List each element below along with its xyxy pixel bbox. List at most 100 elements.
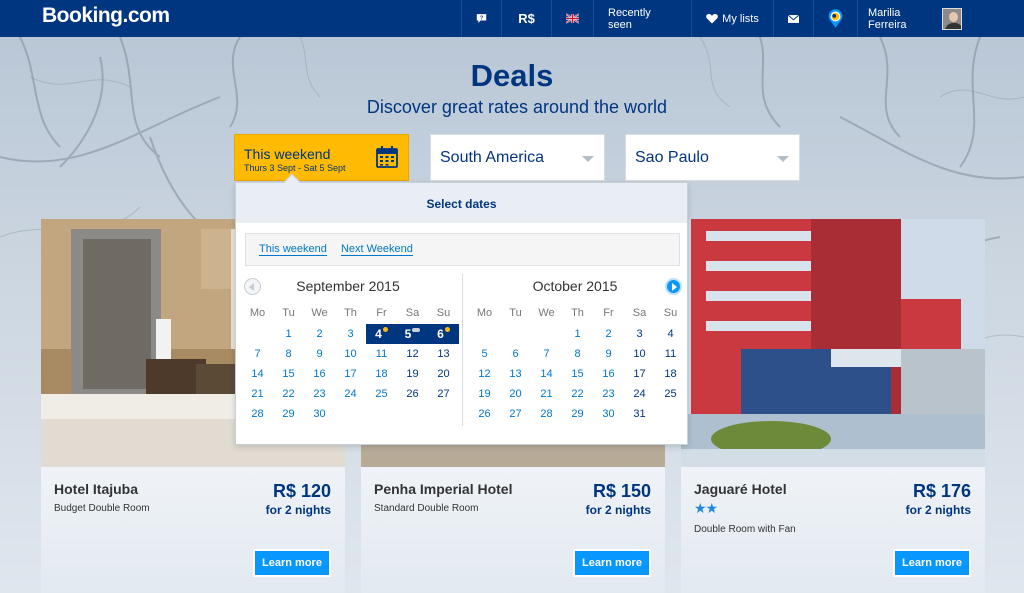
calendar-day[interactable]: 13 (428, 344, 459, 364)
calendar-day[interactable]: 18 (655, 364, 686, 384)
language-selector[interactable] (551, 0, 593, 37)
calendar-day[interactable]: 15 (562, 364, 593, 384)
calendar-day[interactable]: 19 (397, 364, 428, 384)
calendar-day[interactable]: 2 (593, 324, 624, 344)
calendar-day[interactable]: 28 (242, 404, 273, 424)
calendar-day[interactable]: 16 (593, 364, 624, 384)
city-dropdown[interactable]: Sao Paulo (625, 134, 800, 181)
calendar-day[interactable]: 7 (531, 344, 562, 364)
booking-logo[interactable]: Booking.com (42, 4, 170, 28)
calendar-day[interactable]: 20 (428, 364, 459, 384)
learn-more-button[interactable]: Learn more (573, 549, 651, 577)
calendar-day[interactable]: 27 (500, 404, 531, 424)
calendar-day[interactable]: 6 (500, 344, 531, 364)
user-account-menu[interactable]: Marilia Ferreira (857, 0, 976, 37)
calendar-day[interactable]: 23 (304, 384, 335, 404)
calendar-day[interactable]: 16 (304, 364, 335, 384)
hotel-name: Hotel Itajuba (54, 481, 139, 497)
calendar-day[interactable]: 1 (562, 324, 593, 344)
calendar-day[interactable]: 3 (335, 324, 366, 344)
empty-day-cell (242, 324, 273, 344)
calendar-day[interactable]: 10 (624, 344, 655, 364)
calendar-day[interactable]: 22 (273, 384, 304, 404)
calendar-day[interactable]: 4 (655, 324, 686, 344)
learn-more-button[interactable]: Learn more (253, 549, 331, 577)
calendar-day[interactable]: 11 (366, 344, 397, 364)
calendar-day[interactable]: 8 (562, 344, 593, 364)
calendar-day[interactable]: 13 (500, 364, 531, 384)
calendar-day[interactable]: 2 (304, 324, 335, 344)
learn-more-button[interactable]: Learn more (893, 549, 971, 577)
calendar-day[interactable]: 25 (366, 384, 397, 404)
sun-icon (382, 327, 388, 332)
calendar-day[interactable]: 21 (531, 384, 562, 404)
calendar-day[interactable]: 20 (500, 384, 531, 404)
this-weekend-link[interactable]: This weekend (259, 243, 327, 256)
calendar-icon (376, 146, 398, 168)
calendar-day[interactable]: 23 (593, 384, 624, 404)
messages-button[interactable] (773, 0, 813, 37)
geniuses-pin-button[interactable] (813, 0, 857, 37)
calendar-day[interactable]: 17 (335, 364, 366, 384)
calendar-day[interactable]: 26 (469, 404, 500, 424)
next-weekend-link[interactable]: Next Weekend (340, 243, 413, 256)
calendar-day[interactable]: 9 (304, 344, 335, 364)
brand-name: Booking (42, 4, 123, 27)
calendar-day[interactable]: 30 (304, 404, 335, 424)
region-dropdown[interactable]: South America (430, 134, 605, 181)
calendar-day[interactable]: 7 (242, 344, 273, 364)
calendar-day[interactable]: 8 (273, 344, 304, 364)
calendar-day[interactable]: 17 (624, 364, 655, 384)
calendar-day[interactable]: 14 (531, 364, 562, 384)
star-rating: ★★ (694, 500, 718, 516)
calendar-day[interactable]: 3 (624, 324, 655, 344)
calendar-day[interactable]: 12 (397, 344, 428, 364)
calendar-day[interactable]: 9 (593, 344, 624, 364)
calendar-day[interactable]: 11 (655, 344, 686, 364)
weekday-header: Mo (249, 307, 266, 319)
city-value: Sao Paulo (635, 149, 709, 166)
hotel-card[interactable]: Jaguaré Hotel ★★ Double Room with Fan R$… (681, 219, 985, 593)
help-button[interactable]: ? (461, 0, 501, 37)
my-lists-link[interactable]: My lists (691, 0, 773, 37)
weekday-header: Sa (405, 307, 420, 319)
calendar-day[interactable]: 15 (273, 364, 304, 384)
hotel-info: Hotel Itajuba Budget Double Room R$ 120 … (41, 467, 345, 593)
calendar-day[interactable]: 4 (366, 324, 397, 344)
calendar-day[interactable]: 22 (562, 384, 593, 404)
calendar-day[interactable]: 14 (242, 364, 273, 384)
month-name: September 2015 (296, 278, 400, 294)
calendar-day[interactable]: 28 (531, 404, 562, 424)
calendar-day[interactable]: 5 (469, 344, 500, 364)
hotel-price: R$ 120 (272, 481, 331, 501)
top-navigation-bar: Booking.com ? R$ Recently seen My lists (0, 0, 1024, 37)
uk-flag-icon (566, 13, 579, 24)
calendar-day[interactable]: 25 (655, 384, 686, 404)
recently-seen-link[interactable]: Recently seen (593, 0, 691, 37)
calendar-day[interactable]: 24 (335, 384, 366, 404)
calendar-day[interactable]: 1 (273, 324, 304, 344)
calendar-day[interactable]: 26 (397, 384, 428, 404)
calendar-day[interactable]: 21 (242, 384, 273, 404)
calendar-day[interactable]: 27 (428, 384, 459, 404)
calendar-day[interactable]: 19 (469, 384, 500, 404)
user-name: Marilia Ferreira (868, 6, 907, 31)
date-selector[interactable]: This weekend Thurs 3 Sept - Sat 5 Sept (234, 134, 409, 181)
calendar-day[interactable]: 29 (562, 404, 593, 424)
calendar-day[interactable]: 18 (366, 364, 397, 384)
calendar-day[interactable]: 5 (397, 324, 428, 344)
price-duration: for 2 nights (265, 503, 331, 517)
calendar-day[interactable]: 24 (624, 384, 655, 404)
currency-selector[interactable]: R$ (501, 0, 551, 37)
weekday-header: We (538, 307, 555, 319)
calendar-day[interactable]: 10 (335, 344, 366, 364)
hotel-price: R$ 150 (592, 481, 651, 501)
calendar-day[interactable]: 12 (469, 364, 500, 384)
hotel-info: Jaguaré Hotel ★★ Double Room with Fan R$… (681, 467, 985, 593)
calendar-day[interactable]: 29 (273, 404, 304, 424)
my-lists-label: My lists (722, 12, 759, 25)
calendar-day[interactable]: 6 (428, 324, 459, 344)
calendar-day[interactable]: 31 (624, 404, 655, 424)
weekday-header: We (311, 307, 328, 319)
calendar-day[interactable]: 30 (593, 404, 624, 424)
